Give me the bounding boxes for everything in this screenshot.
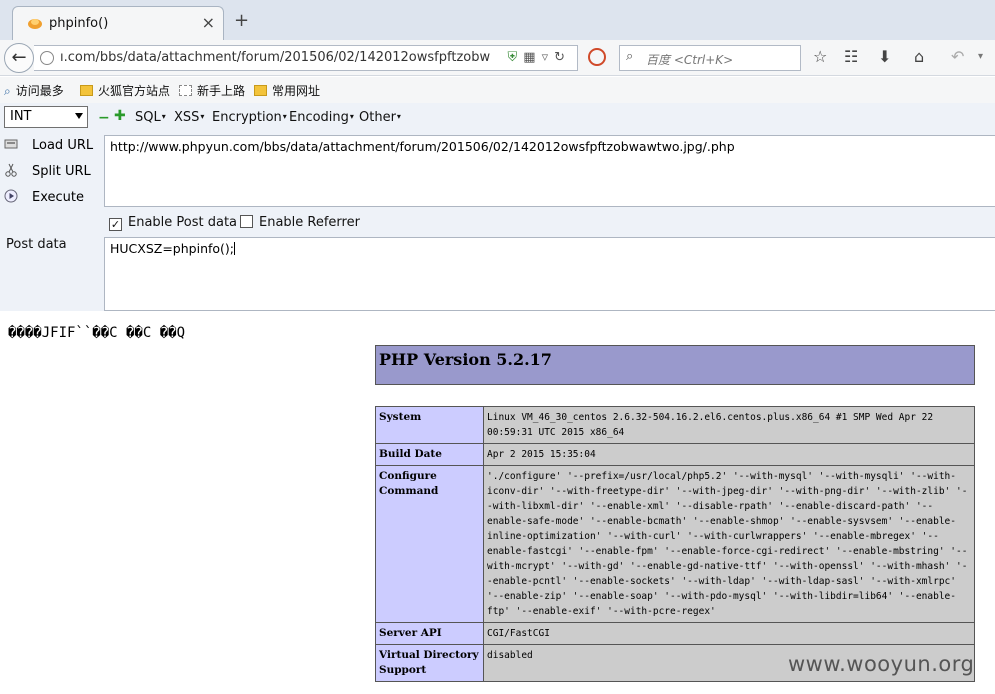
magnifier-icon: ⌕ [4, 84, 11, 98]
qr-code-icon[interactable]: ▦ [523, 50, 541, 65]
download-icon[interactable]: ⬇ [878, 47, 891, 66]
binary-garbage-text: ����JFIF``��C ��C ��Q [8, 325, 186, 341]
minus-icon[interactable]: − [98, 110, 110, 126]
checkbox-unchecked-icon [240, 215, 253, 228]
url-textarea[interactable]: http://www.phpyun.com/bbs/data/attachmen… [104, 135, 995, 207]
table-row: Build Date Apr 2 2015 15:35:04 [375, 443, 975, 466]
undo-icon[interactable]: ↶ [951, 47, 964, 66]
hackbar-panel: INT − ✚ SQL▾ XSS▾ Encryption▾ Encoding▾ … [0, 103, 995, 311]
plus-icon[interactable]: ✚ [114, 108, 126, 124]
table-row: Configure Command './configure' '--prefix… [375, 465, 975, 623]
nav-bar: ← ı.com/bbs/data/attachment/forum/201506… [0, 40, 995, 76]
type-select[interactable]: INT [4, 106, 88, 128]
home-icon[interactable]: ⌂ [914, 47, 924, 66]
tab-title: phpinfo() [49, 16, 109, 31]
url-bar[interactable]: ı.com/bbs/data/attachment/forum/201506/0… [34, 45, 578, 71]
post-data-label: Post data [6, 237, 67, 252]
play-icon [4, 189, 18, 203]
bookmarks-bar: ⌕ 访问最多 火狐官方站点 新手上路 常用网址 [0, 77, 995, 103]
page-icon [179, 85, 192, 96]
new-tab-icon[interactable]: + [234, 10, 249, 31]
php-favicon-icon [28, 19, 42, 29]
table-row: System Linux VM_46_30_centos 2.6.32-504.1… [375, 406, 975, 444]
split-url-button[interactable]: Split URL [4, 163, 91, 179]
star-icon[interactable]: ☆ [813, 47, 827, 66]
checkbox-checked-icon: ✓ [109, 218, 122, 231]
menu-xss[interactable]: XSS▾ [174, 110, 204, 125]
url-bar-icons: ⛨▦▿↻ [508, 50, 572, 65]
execute-button[interactable]: Execute [4, 189, 84, 205]
bookmark-common-sites[interactable]: 常用网址 [254, 82, 320, 99]
folder-icon [80, 85, 93, 96]
dropdown-icon[interactable]: ▿ [542, 50, 555, 65]
arrow-left-icon: ← [11, 47, 27, 68]
bookmarks-list-icon[interactable]: ☷ [844, 47, 858, 66]
shield-icon[interactable]: ⛨ [508, 50, 524, 65]
bookmark-getting-started[interactable]: 新手上路 [179, 82, 245, 99]
adblock-icon[interactable] [588, 48, 606, 66]
tab-phpinfo[interactable]: phpinfo() × [12, 6, 224, 40]
globe-icon [40, 51, 54, 65]
phpinfo-table: System Linux VM_46_30_centos 2.6.32-504.1… [375, 406, 975, 682]
bookmark-firefox-official[interactable]: 火狐官方站点 [80, 82, 170, 99]
menu-encryption[interactable]: Encryption▾ [212, 110, 287, 125]
search-box[interactable]: ⌕ 百度 <Ctrl+K> [619, 45, 801, 71]
bookmark-most-visited[interactable]: ⌕ 访问最多 [4, 82, 64, 99]
menu-encoding[interactable]: Encoding▾ [289, 110, 354, 125]
menu-other[interactable]: Other▾ [359, 110, 401, 125]
table-row: Server API CGI/FastCGI [375, 622, 975, 645]
menu-dropdown-icon[interactable]: ▾ [978, 51, 983, 62]
search-input[interactable]: 百度 <Ctrl+K> [646, 51, 733, 68]
search-icon: ⌕ [626, 49, 634, 64]
chevron-down-icon [75, 113, 83, 119]
back-button[interactable]: ← [4, 43, 34, 73]
tab-close-icon[interactable]: × [202, 13, 215, 32]
enable-referrer-checkbox[interactable]: Enable Referrer [240, 215, 360, 230]
scissors-icon [5, 163, 17, 177]
folder-icon [254, 85, 267, 96]
load-url-icon [4, 139, 18, 149]
text-cursor [234, 242, 236, 255]
enable-post-checkbox[interactable]: ✓ Enable Post data [109, 215, 237, 231]
reload-icon[interactable]: ↻ [554, 50, 571, 65]
watermark: www.wooyun.org [788, 652, 975, 676]
php-version-header: PHP Version 5.2.17 [375, 345, 975, 385]
load-url-button[interactable]: Load URL [4, 137, 93, 153]
post-data-textarea[interactable]: HUCXSZ=phpinfo(); [104, 237, 995, 311]
menu-sql[interactable]: SQL▾ [135, 110, 166, 125]
page-title: PHP Version 5.2.17 [379, 350, 552, 369]
tab-bar: phpinfo() × + [0, 0, 995, 40]
url-input[interactable]: ı.com/bbs/data/attachment/forum/201506/0… [60, 50, 490, 65]
